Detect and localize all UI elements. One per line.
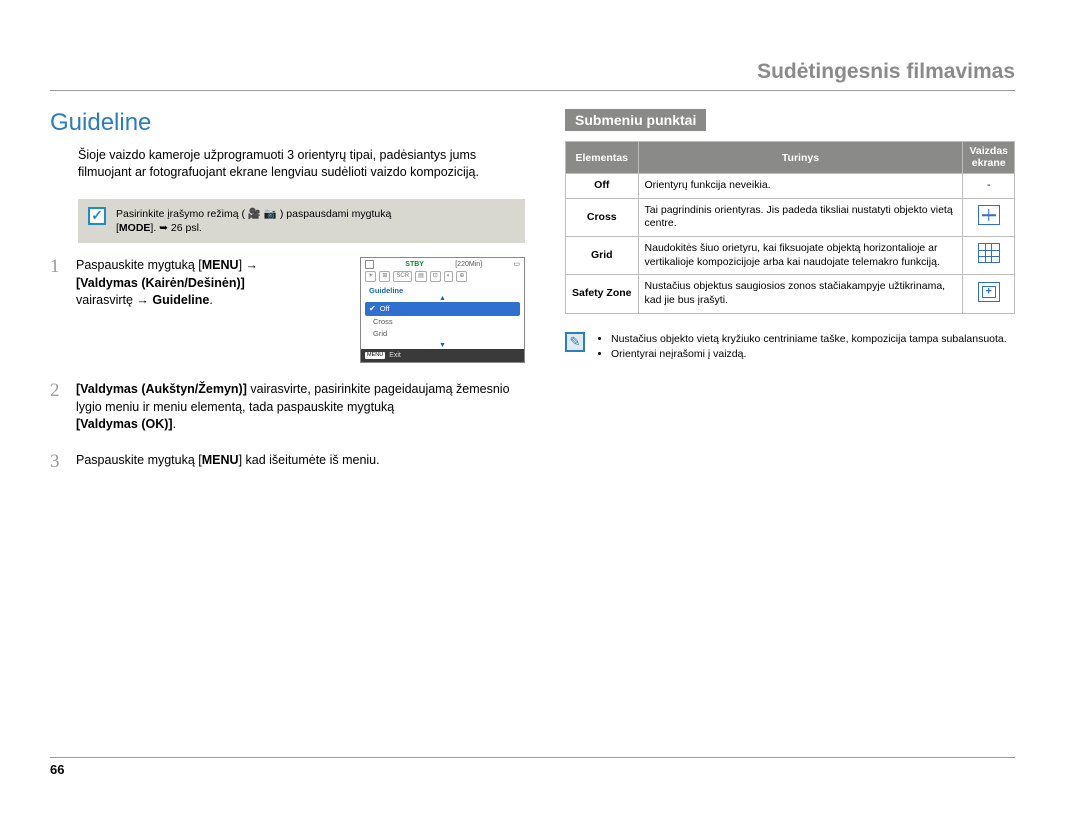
submenu-table: Elementas Turinys Vaizdasekrane Off Orie…: [565, 141, 1015, 314]
page-header: Sudėtingesnis filmavimas: [50, 60, 1015, 91]
lcd-item-cross: Cross: [365, 316, 520, 329]
th-content: Turinys: [638, 142, 963, 174]
battery-icon: ▭: [513, 260, 520, 270]
lcd-item-off: ✔Off: [365, 302, 520, 315]
section-title: Guideline: [50, 109, 525, 137]
check-icon: ✓: [88, 207, 106, 225]
tip-box: ✎ Nustačius objekto vietą kryžiuko centr…: [565, 332, 1015, 362]
cross-icon: [978, 205, 1000, 225]
step-1: 1 Paspauskite mygtuką [MENU] → [Valdymas…: [50, 257, 525, 363]
page-number: 66: [50, 757, 1015, 777]
lcd-item-grid: Grid: [365, 328, 520, 341]
tip-item: Nustačius objekto vietą kryžiuko centrin…: [611, 332, 1007, 347]
table-row: Grid Naudokitės šiuo orietyru, kai fiksu…: [566, 237, 1015, 275]
table-row: Safety Zone Nustačius objektus saugiosio…: [566, 275, 1015, 313]
step-2: 2 [Valdymas (Aukštyn/Žemyn)] vairasvirte…: [50, 381, 525, 434]
submenu-header: Submeniu punktai: [565, 109, 706, 131]
th-display: Vaizdasekrane: [963, 142, 1015, 174]
grid-icon: [978, 243, 1000, 263]
table-row: Cross Tai pagrindinis orientyras. Jis pa…: [566, 198, 1015, 236]
step-number: 3: [50, 452, 66, 471]
time-remaining: [220Min]: [455, 260, 482, 270]
stby-label: STBY: [405, 260, 424, 270]
th-element: Elementas: [566, 142, 639, 174]
note-box: ✓ Pasirinkite įrašymo režimą ( 🎥 📷 ) pas…: [78, 199, 525, 243]
step-number: 1: [50, 257, 66, 363]
step-number: 2: [50, 381, 66, 434]
menu-icon: MENU: [365, 352, 385, 360]
tip-item: Orientyrai neįrašomi į vaizdą.: [611, 347, 1007, 362]
intro-text: Šioje vaizdo kameroje užprogramuoti 3 or…: [50, 147, 525, 181]
note-icon: ✎: [565, 332, 585, 352]
lcd-preview: STBY [220Min] ▭ ☀⊞SCR▤⊡◐⊕ Guideline ▲ ✔O…: [360, 257, 525, 363]
rec-icon: [365, 260, 374, 269]
step-3: 3 Paspauskite mygtuką [MENU] kad išeitum…: [50, 452, 525, 471]
table-row: Off Orientyrų funkcija neveikia. -: [566, 174, 1015, 199]
safety-zone-icon: [978, 282, 1000, 302]
note-text: Pasirinkite įrašymo režimą ( 🎥 📷 ) paspa…: [116, 207, 391, 235]
